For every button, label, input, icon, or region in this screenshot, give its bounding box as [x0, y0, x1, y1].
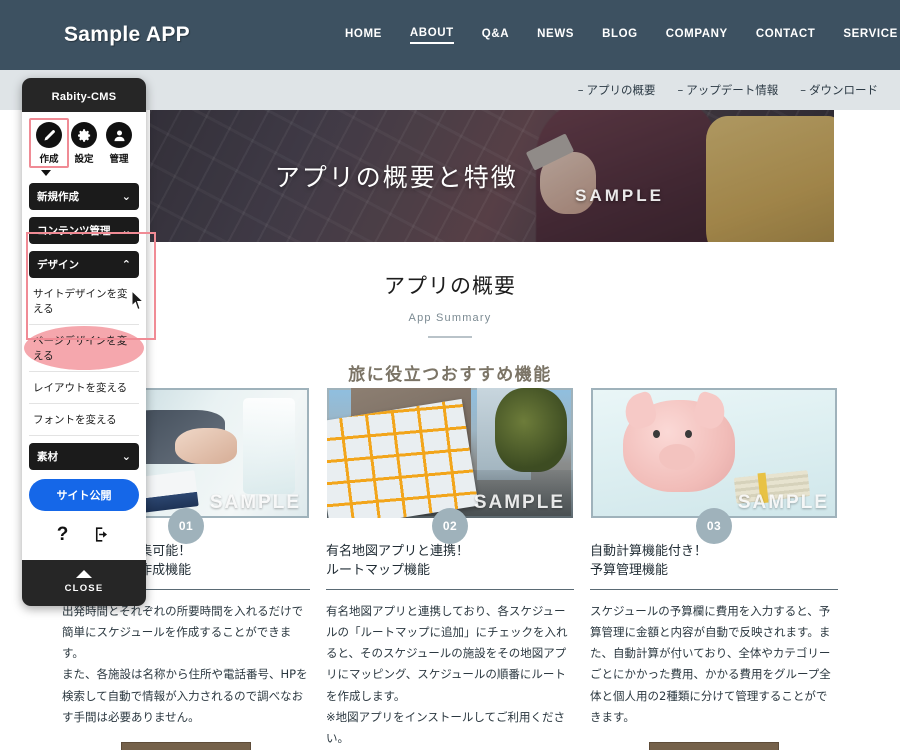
- cms-design-item-1[interactable]: サイトデザインを変える: [29, 278, 139, 325]
- nav-item-about[interactable]: ABOUT: [409, 27, 454, 44]
- cms-design-item-label: フォントを変える: [33, 414, 117, 426]
- subnav-item-1[interactable]: – アプリの概要: [578, 82, 656, 98]
- pig-eye-left: [653, 430, 660, 438]
- chevron-down-icon: ⌄: [121, 224, 131, 237]
- dash-icon: –: [577, 83, 584, 97]
- cms-tab-settings-label: 設定: [74, 154, 94, 165]
- cms-tab-manage[interactable]: 管理: [102, 122, 136, 165]
- cms-footer-icons: ?: [29, 511, 139, 550]
- nav-item-news[interactable]: NEWS: [537, 28, 574, 43]
- hero-title: アプリの概要と特徴: [274, 163, 518, 192]
- cms-menu-new-label: 新規作成: [37, 191, 79, 203]
- subnav-item-label: ダウンロード: [809, 83, 878, 97]
- publish-site-button[interactable]: サイト公開: [29, 479, 139, 511]
- feature-card-body: スケジュールの予算欄に費用を入力すると、予算管理に金額と内容が自動で反映されます…: [590, 603, 831, 725]
- help-icon[interactable]: ?: [57, 525, 69, 544]
- cms-menu-design[interactable]: デザイン ⌃: [29, 251, 139, 278]
- nav-item-home[interactable]: HOME: [345, 28, 382, 43]
- cms-active-tab-caret: [41, 170, 51, 176]
- subnav-item-3[interactable]: – ダウンロード: [800, 82, 878, 98]
- dash-icon: –: [800, 83, 806, 97]
- cms-menu-content-label: コンテンツ管理: [37, 225, 111, 237]
- feature-card-body: 有名地図アプリと連携しており、各スケジュールの「ルートマップに追加」にチェックを…: [326, 603, 568, 746]
- hero-banner: アプリの概要と特徴 SAMPLE: [150, 110, 834, 242]
- cms-menu-new[interactable]: 新規作成 ⌄: [29, 183, 139, 210]
- cms-body: 作成 設定 管理 新規作成 ⌄ コンテンツ管理 ⌄ デザイン ⌃ サイトデザイン…: [22, 112, 146, 560]
- subnav-item-label: アプリの概要: [586, 83, 656, 97]
- feature-card-watermark: SAMPLE: [209, 492, 301, 513]
- cms-design-submenu: サイトデザインを変える ページデザインを変えるレイアウトを変える フォントを変える: [24, 278, 144, 436]
- dash-icon: –: [677, 83, 684, 97]
- nav-item-blog[interactable]: BLOG: [602, 28, 638, 43]
- pig-snout: [659, 444, 695, 470]
- cms-tab-create-label: 作成: [39, 154, 59, 165]
- chevron-down-icon: ⌄: [121, 190, 131, 203]
- subnav-item-2[interactable]: – アップデート情報: [678, 82, 779, 98]
- subnav-item-label: アップデート情報: [686, 83, 779, 97]
- cms-panel: Rabity-CMS 作成 設定 管理 新規作成 ⌄ コンテンツ管理 ⌄ デザイ…: [22, 78, 146, 606]
- app-root: Sample APP HOME ABOUT Q&A NEWS BLOG COMPANY CO…: [0, 0, 900, 750]
- chevron-up-icon: ⌃: [121, 258, 131, 271]
- main-navigation: HOME ABOUT Q&A NEWS BLOG COMPANY CONTACT SERVIC…: [345, 0, 898, 70]
- feature-card-watermark: SAMPLE: [737, 492, 829, 513]
- cms-menu-design-label: デザイン: [37, 259, 79, 271]
- section-divider: [428, 336, 472, 338]
- pig-eye-right: [685, 430, 692, 438]
- cms-icon-row: 作成 設定 管理: [29, 118, 139, 168]
- nav-item-company[interactable]: COMPANY: [666, 28, 728, 43]
- user-icon: [106, 122, 132, 148]
- site-brand: Sample APP: [64, 23, 190, 46]
- paper-map-shape: [327, 398, 479, 518]
- feature-card-detail-button[interactable]: 詳しくはこちら: [121, 742, 251, 750]
- logout-icon[interactable]: [92, 525, 111, 544]
- cms-design-item-2[interactable]: ページデザインを変える: [24, 325, 144, 372]
- tree-shape: [495, 388, 567, 472]
- glass-shape: [243, 398, 295, 494]
- cms-tab-manage-label: 管理: [109, 154, 129, 165]
- feature-card-detail-button[interactable]: 詳しくはこちら: [649, 742, 779, 750]
- chevron-up-icon: [76, 570, 92, 578]
- pen-icon: [36, 122, 62, 148]
- feature-card-button-wrap: 詳しくはこちら: [62, 742, 310, 750]
- cms-design-item-3[interactable]: レイアウトを変える: [29, 372, 139, 404]
- feature-card-number-badge: 02: [432, 508, 468, 544]
- cms-tab-settings[interactable]: 設定: [67, 122, 101, 165]
- cms-tab-create[interactable]: 作成: [29, 118, 69, 168]
- cms-close-label: CLOSE: [64, 583, 104, 594]
- cms-menu-content[interactable]: コンテンツ管理 ⌄: [29, 217, 139, 244]
- cms-menu-materials[interactable]: 素材 ⌄: [29, 443, 139, 470]
- cms-design-item-label: レイアウトを変える: [33, 382, 128, 394]
- site-header: Sample APP HOME ABOUT Q&A NEWS BLOG COMPANY CO…: [0, 0, 900, 70]
- feature-card: SAMPLE 02 有名地図アプリと連携！ ルートマップ機能有名地図アプリと連携して…: [326, 387, 574, 750]
- feature-card-body: 出発時間とそれぞれの所要時間を入れるだけで簡単にスケジュールを作成することができ…: [62, 603, 308, 725]
- feature-card-image: SAMPLE: [326, 387, 574, 519]
- feature-card-image: SAMPLE: [590, 387, 838, 519]
- feature-card-watermark: SAMPLE: [473, 492, 565, 513]
- feature-card: SAMPLE 03 自動計算機能付き！ 予算管理機能スケジュールの予算欄に費用を入力…: [590, 387, 838, 750]
- cms-design-item-label: ページデザインを変える: [33, 335, 128, 362]
- feature-card-title: 有名地図アプリと連携！ ルートマップ機能: [326, 543, 574, 590]
- cms-design-item-4[interactable]: フォントを変える: [29, 404, 139, 435]
- hero-watermark: SAMPLE: [575, 186, 664, 205]
- nav-item-contact[interactable]: CONTACT: [756, 28, 816, 43]
- person-hand-shape: [175, 428, 237, 464]
- cms-design-item-label: サイトデザインを変える: [33, 288, 128, 315]
- chevron-down-icon: ⌄: [121, 450, 131, 463]
- nav-item-service[interactable]: SERVICE: [843, 28, 897, 43]
- feature-card-number-badge: 01: [168, 508, 204, 544]
- cms-logo: Rabity-CMS: [51, 91, 117, 103]
- gear-icon: [71, 122, 97, 148]
- feature-card-title: 自動計算機能付き！ 予算管理機能: [590, 543, 838, 590]
- feature-card-number-badge: 03: [696, 508, 732, 544]
- feature-card-button-wrap: 詳しくはこちら: [590, 742, 838, 750]
- cms-menu-materials-label: 素材: [37, 451, 58, 463]
- cms-close-button[interactable]: CLOSE: [22, 560, 146, 606]
- nav-item-q-a[interactable]: Q&A: [482, 28, 509, 43]
